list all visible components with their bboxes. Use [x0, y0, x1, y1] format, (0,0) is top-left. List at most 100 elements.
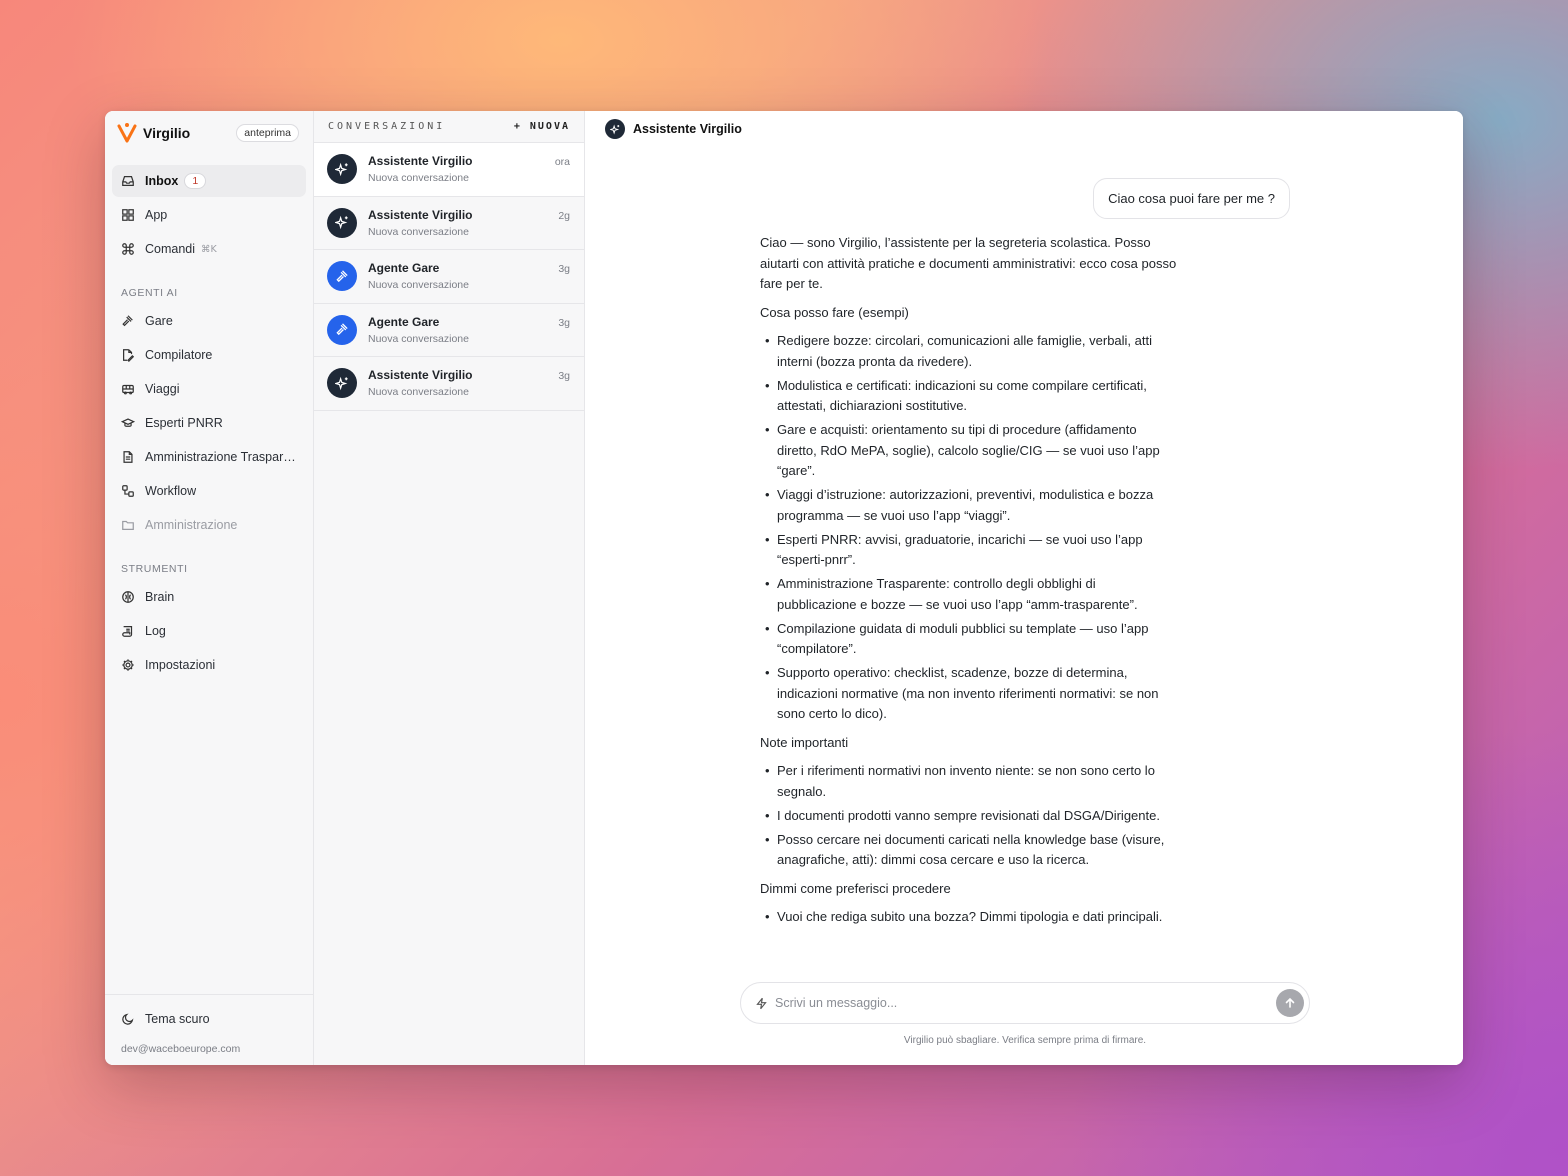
sparkles-icon	[334, 376, 348, 390]
nav-item-label: Compilatore	[145, 348, 213, 362]
nav-item-amministrazione[interactable]: Amministrazione	[112, 509, 306, 541]
list-item: Compilazione guidata di moduli pubblici …	[760, 619, 1178, 660]
nav-item-esperti-pnrr[interactable]: Esperti PNRR	[112, 407, 306, 439]
file-edit-icon	[123, 349, 135, 362]
list-item: Modulistica e certificati: indicazioni s…	[760, 376, 1178, 417]
bolt-icon	[756, 997, 767, 1009]
sidebar-footer: Tema scuro dev@waceboeurope.com	[105, 994, 313, 1065]
assistant-avatar	[327, 207, 357, 238]
gavel-icon	[335, 323, 348, 336]
nav-item-label: Viaggi	[145, 382, 180, 396]
section-title-agents: AGENTI AI	[121, 287, 178, 299]
conversation-time: ora	[554, 156, 570, 168]
gear-icon	[122, 659, 134, 671]
nav-item-label: App	[145, 208, 168, 222]
conversation-time: 3g	[558, 370, 570, 382]
theme-toggle-label: Tema scuro	[145, 1012, 210, 1026]
list-item: Amministrazione Trasparente: controllo d…	[760, 574, 1178, 615]
conversation-title: Assistente Virgilio	[368, 154, 473, 169]
assistant-avatar	[605, 119, 625, 139]
folder-icon	[122, 520, 134, 530]
nav-item-brain[interactable]: Brain	[112, 581, 306, 613]
app-window: Virgilio anteprima Inbox 1 App Comandi ⌘…	[105, 111, 1463, 1065]
conversations-title: CONVERSAZIONI	[328, 121, 446, 132]
nav-item-label: Comandi	[145, 242, 196, 256]
nav-item-label: Impostazioni	[145, 658, 216, 672]
conversation-item[interactable]: Assistente Virgilio Nuova conversazione 2…	[314, 197, 584, 250]
answer-section-title: Dimmi come preferisci procedere	[760, 880, 951, 896]
gavel-icon	[122, 315, 133, 327]
assistant-avatar	[327, 154, 357, 185]
nav-item-label: Gare	[145, 314, 173, 328]
brain-icon	[122, 591, 134, 603]
command-icon	[122, 243, 134, 255]
nav-item-comandi[interactable]: Comandi ⌘K	[112, 233, 306, 265]
message-input[interactable]	[775, 996, 1276, 1010]
list-item: Posso cercare nei documenti caricati nel…	[760, 830, 1178, 871]
grid-icon	[122, 209, 134, 221]
gavel-icon	[335, 270, 348, 282]
user-email: dev@waceboeurope.com	[121, 1043, 241, 1055]
main-nav: Inbox 1 App Comandi ⌘K AGENTI AI Gare Co…	[105, 155, 313, 681]
conversation-item[interactable]: Agente Gare Nuova conversazione 3g	[314, 304, 584, 357]
nav-item-log[interactable]: Log	[112, 615, 306, 647]
scroll-icon	[122, 626, 133, 637]
nav-item-label: Workflow	[145, 484, 197, 498]
theme-toggle[interactable]: Tema scuro	[112, 1003, 306, 1035]
chat-title: Assistente Virgilio	[633, 122, 742, 136]
answer-section-title: Cosa posso fare (esempi)	[760, 304, 909, 320]
nav-item-workflow[interactable]: Workflow	[112, 475, 306, 507]
assistant-message: Ciao — sono Virgilio, l’assistente per l…	[760, 233, 1178, 976]
nav-item-amministrazione-trasparente[interactable]: Amministrazione Trasparente	[112, 441, 306, 473]
conversation-item[interactable]: Assistente Virgilio Nuova conversazione 3…	[314, 357, 584, 411]
sparkles-icon	[334, 162, 348, 176]
nav-item-viaggi[interactable]: Viaggi	[112, 373, 306, 405]
send-button[interactable]	[1276, 989, 1304, 1017]
conversation-item[interactable]: Assistente Virgilio Nuova conversazione o…	[314, 143, 584, 197]
conversation-item[interactable]: Agente Gare Nuova conversazione 3g	[314, 250, 584, 304]
user-message: Ciao cosa puoi fare per me ?	[1093, 178, 1290, 219]
nav-item-label: Esperti PNRR	[145, 416, 223, 430]
graduation-cap-icon	[121, 418, 135, 427]
sparkles-icon	[609, 123, 619, 135]
conversation-title: Agente Gare	[368, 314, 440, 329]
brand-header: Virgilio anteprima	[105, 111, 313, 155]
answer-intro: Ciao — sono Virgilio, l’assistente per l…	[760, 235, 1177, 291]
list-item: I documenti prodotti vanno sempre revisi…	[760, 806, 1178, 827]
agent-avatar	[327, 314, 357, 345]
conversation-subtitle: Nuova conversazione	[368, 279, 469, 292]
answer-list: Redigere bozze: circolari, comunicazioni…	[760, 331, 1178, 725]
document-icon	[123, 451, 133, 463]
moon-icon	[122, 1013, 134, 1025]
brand-name: Virgilio	[143, 125, 191, 141]
list-item: Redigere bozze: circolari, comunicazioni…	[760, 331, 1178, 372]
nav-item-label: Brain	[145, 590, 175, 604]
chat-header: Assistente Virgilio	[585, 111, 1463, 147]
nav-item-label: Log	[145, 624, 166, 638]
list-item: Per i riferimenti normativi non invento …	[760, 761, 1178, 802]
workflow-icon	[122, 485, 134, 497]
conversations-header: CONVERSAZIONI + NUOVA	[314, 111, 584, 143]
conversation-subtitle: Nuova conversazione	[368, 386, 469, 399]
conversation-subtitle: Nuova conversazione	[368, 332, 469, 345]
nav-item-gare[interactable]: Gare	[112, 305, 306, 337]
list-item: Gare e acquisti: orientamento su tipi di…	[760, 420, 1178, 482]
agent-avatar	[327, 261, 357, 292]
nav-item-inbox[interactable]: Inbox 1	[112, 165, 306, 197]
nav-item-impostazioni[interactable]: Impostazioni	[112, 649, 306, 681]
conversations-panel: CONVERSAZIONI + NUOVA Assistente Virgili…	[314, 111, 585, 1065]
virgilio-logo	[117, 123, 137, 143]
new-conversation-button[interactable]: + NUOVA	[514, 121, 570, 132]
nav-item-app[interactable]: App	[112, 199, 306, 231]
shortcut-hint: ⌘K	[201, 243, 217, 255]
preview-badge: anteprima	[236, 124, 299, 142]
conversation-title: Agente Gare	[368, 261, 440, 276]
nav-item-label: Amministrazione	[145, 518, 238, 532]
list-item: Supporto operativo: checklist, scadenze,…	[760, 663, 1178, 725]
inbox-count-badge: 1	[184, 173, 207, 189]
section-title-tools: STRUMENTI	[121, 563, 188, 575]
inbox-icon	[122, 176, 134, 186]
conversation-subtitle: Nuova conversazione	[368, 172, 469, 185]
conversation-title: Assistente Virgilio	[368, 207, 473, 222]
nav-item-compilatore[interactable]: Compilatore	[112, 339, 306, 371]
